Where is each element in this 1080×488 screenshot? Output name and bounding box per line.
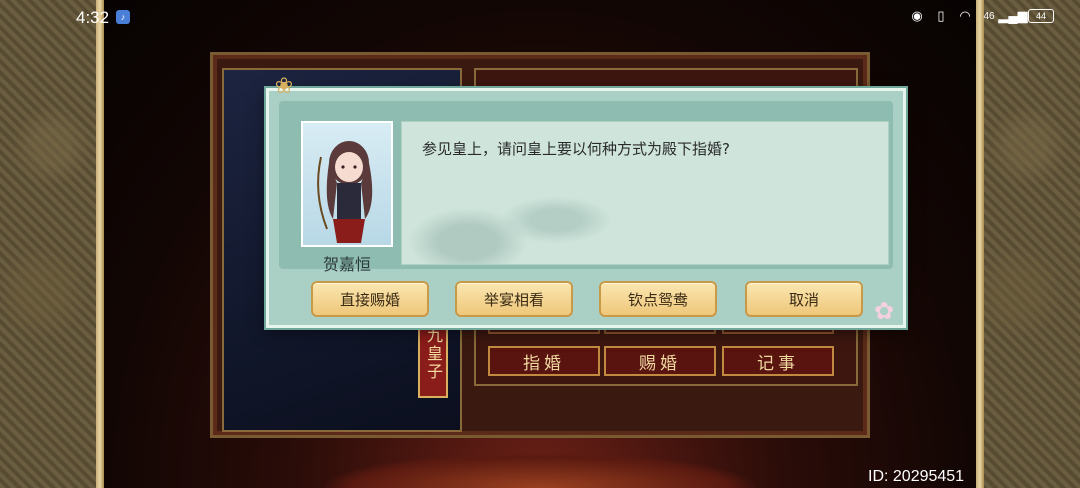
dialog-text-box: 参见皇上，请问皇上要以何种方式为殿下指婚? [401,121,889,265]
dialog-message: 参见皇上，请问皇上要以何种方式为殿下指婚? [422,140,730,158]
choose-couple-button[interactable]: 钦点鸳鸯 [599,281,717,317]
signal-bars-icon: ▂▄▆ [998,8,1028,23]
battery-icon: 44 [1028,9,1054,23]
banquet-meeting-button[interactable]: 举宴相看 [455,281,573,317]
eye-icon: ◉ [911,8,923,23]
app-notification-icon: ♪ [116,10,130,24]
player-id: ID: 20295451 [868,468,965,485]
cloud-ornament-icon: ❀ [274,73,294,99]
left-trim [96,0,104,488]
assign-marriage-button[interactable]: 指婚 [488,346,600,376]
left-dragon-panel [0,0,104,488]
mountain-mist-decoration [402,154,622,264]
records-button[interactable]: 记事 [722,346,834,376]
lotus-icon: ✿ [873,297,895,325]
speaker-avatar [301,121,393,247]
status-bar: 4:32 ♪ ◉ ▯ ◠ 46 ▂▄▆ 44 [0,0,1080,34]
dialog-body: 贺嘉恒 参见皇上，请问皇上要以何种方式为殿下指婚? [279,101,893,274]
right-dragon-panel [976,0,1080,488]
clock: 4:32 [76,8,110,27]
wifi-icon: ◠ [959,8,971,23]
direct-marriage-button[interactable]: 直接赐婚 [311,281,429,317]
speaker-name: 贺嘉恒 [322,255,371,274]
cancel-button[interactable]: 取消 [745,281,863,317]
signal-icon: 46 [983,10,995,22]
floor-ornament [320,452,760,488]
marriage-dialog: 贺嘉恒 参见皇上，请问皇上要以何种方式为殿下指婚? 直接赐婚 举宴相看 钦点鸳鸯… [266,88,906,328]
grant-marriage-button[interactable]: 赐婚 [604,346,716,376]
vibrate-icon: ▯ [937,8,945,23]
right-trim [976,0,984,488]
